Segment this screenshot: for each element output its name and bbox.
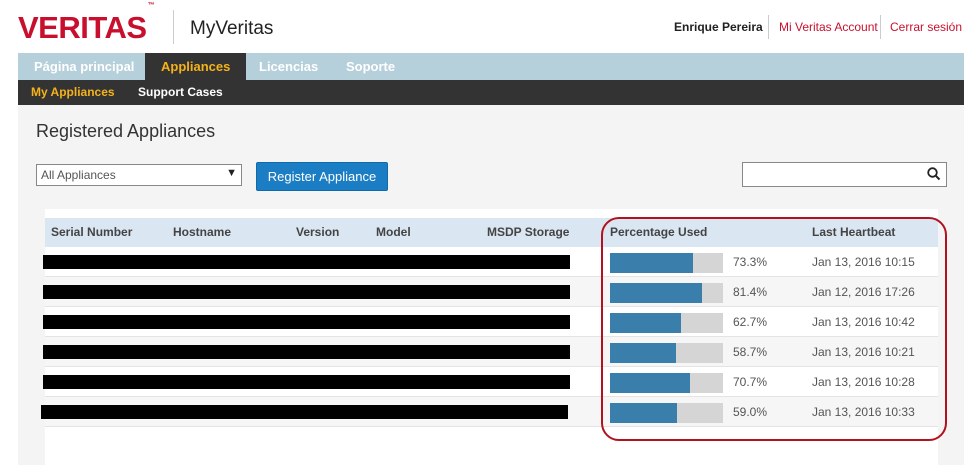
tab-appliances[interactable]: Appliances bbox=[145, 53, 247, 80]
percentage-used: 73.3% bbox=[733, 255, 768, 269]
column-hostname[interactable]: Hostname bbox=[173, 218, 231, 247]
my-account-link[interactable]: Mi Veritas Account bbox=[779, 20, 878, 34]
percentage-used: 62.7% bbox=[733, 315, 768, 329]
app-name: MyVeritas bbox=[190, 18, 274, 39]
header-link-divider bbox=[880, 15, 881, 39]
user-name[interactable]: Enrique Pereira bbox=[674, 20, 763, 34]
tab-support[interactable]: Soporte bbox=[330, 53, 411, 80]
tab-licenses[interactable]: Licencias bbox=[243, 53, 334, 80]
column-percentage-used[interactable]: Percentage Used bbox=[610, 218, 707, 247]
redacted-cells bbox=[43, 285, 570, 299]
column-serial-number[interactable]: Serial Number bbox=[51, 218, 132, 247]
column-last-heartbeat[interactable]: Last Heartbeat bbox=[812, 218, 895, 247]
last-heartbeat: Jan 13, 2016 10:28 bbox=[812, 375, 915, 389]
usage-bar bbox=[610, 253, 723, 273]
site-header: VERITAS™ MyVeritas Enrique Pereira Mi Ve… bbox=[0, 0, 964, 53]
search-icon[interactable] bbox=[926, 166, 942, 182]
column-msdp-storage[interactable]: MSDP Storage bbox=[487, 218, 569, 247]
sub-nav: My Appliances Support Cases bbox=[18, 80, 964, 105]
usage-bar-fill bbox=[610, 403, 677, 423]
last-heartbeat: Jan 12, 2016 17:26 bbox=[812, 285, 915, 299]
usage-bar-fill bbox=[610, 313, 681, 333]
redacted-cells bbox=[43, 315, 570, 329]
dropdown-arrow-icon: ▼ bbox=[226, 167, 237, 179]
last-heartbeat: Jan 13, 2016 10:21 bbox=[812, 345, 915, 359]
table-row[interactable]: 59.0% Jan 13, 2016 10:33 bbox=[41, 397, 938, 427]
filter-value: All Appliances bbox=[41, 168, 116, 182]
table-row[interactable]: 81.4% Jan 12, 2016 17:26 bbox=[43, 277, 938, 307]
veritas-logo[interactable]: VERITAS™ bbox=[18, 2, 155, 45]
column-model[interactable]: Model bbox=[376, 218, 411, 247]
logo-trademark: ™ bbox=[147, 1, 155, 9]
redacted-cells bbox=[41, 405, 568, 419]
table-row[interactable]: 62.7% Jan 13, 2016 10:42 bbox=[43, 307, 938, 337]
last-heartbeat: Jan 13, 2016 10:15 bbox=[812, 255, 915, 269]
percentage-used: 70.7% bbox=[733, 375, 768, 389]
usage-bar bbox=[610, 373, 723, 393]
logout-link[interactable]: Cerrar sesión bbox=[890, 20, 962, 34]
tab-home[interactable]: Página principal bbox=[18, 53, 150, 80]
logo-text: VERITAS bbox=[18, 10, 147, 45]
percentage-used: 81.4% bbox=[733, 285, 768, 299]
page-title: Registered Appliances bbox=[36, 121, 216, 141]
redacted-cells bbox=[43, 345, 570, 359]
usage-bar bbox=[610, 283, 723, 303]
usage-bar-fill bbox=[610, 373, 690, 393]
usage-bar-fill bbox=[610, 343, 677, 363]
usage-bar-fill bbox=[610, 283, 702, 303]
redacted-cells bbox=[43, 255, 570, 269]
table-row[interactable]: 70.7% Jan 13, 2016 10:28 bbox=[43, 367, 938, 397]
appliance-filter-select[interactable]: All Appliances ▼ bbox=[36, 164, 242, 186]
usage-bar bbox=[610, 313, 723, 333]
header-divider bbox=[173, 10, 174, 44]
last-heartbeat: Jan 13, 2016 10:42 bbox=[812, 315, 915, 329]
percentage-used: 58.7% bbox=[733, 345, 768, 359]
appliances-table: Serial Number Hostname Version Model MSD… bbox=[41, 209, 938, 465]
last-heartbeat: Jan 13, 2016 10:33 bbox=[812, 405, 915, 419]
column-version[interactable]: Version bbox=[296, 218, 339, 247]
header-link-divider bbox=[768, 15, 769, 39]
usage-bar-fill bbox=[610, 253, 693, 273]
subnav-support-cases[interactable]: Support Cases bbox=[138, 80, 223, 105]
percentage-used: 59.0% bbox=[733, 405, 768, 419]
table-row[interactable]: 58.7% Jan 13, 2016 10:21 bbox=[43, 337, 938, 367]
main-nav: Página principal Appliances Licencias So… bbox=[18, 53, 964, 80]
usage-bar bbox=[610, 403, 723, 423]
register-appliance-button[interactable]: Register Appliance bbox=[256, 162, 388, 191]
table-header: Serial Number Hostname Version Model MSD… bbox=[45, 218, 938, 247]
redacted-cells bbox=[43, 375, 570, 389]
table-row[interactable]: 73.3% Jan 13, 2016 10:15 bbox=[43, 247, 938, 277]
search-input[interactable] bbox=[742, 162, 947, 187]
subnav-my-appliances[interactable]: My Appliances bbox=[31, 80, 115, 105]
usage-bar bbox=[610, 343, 723, 363]
